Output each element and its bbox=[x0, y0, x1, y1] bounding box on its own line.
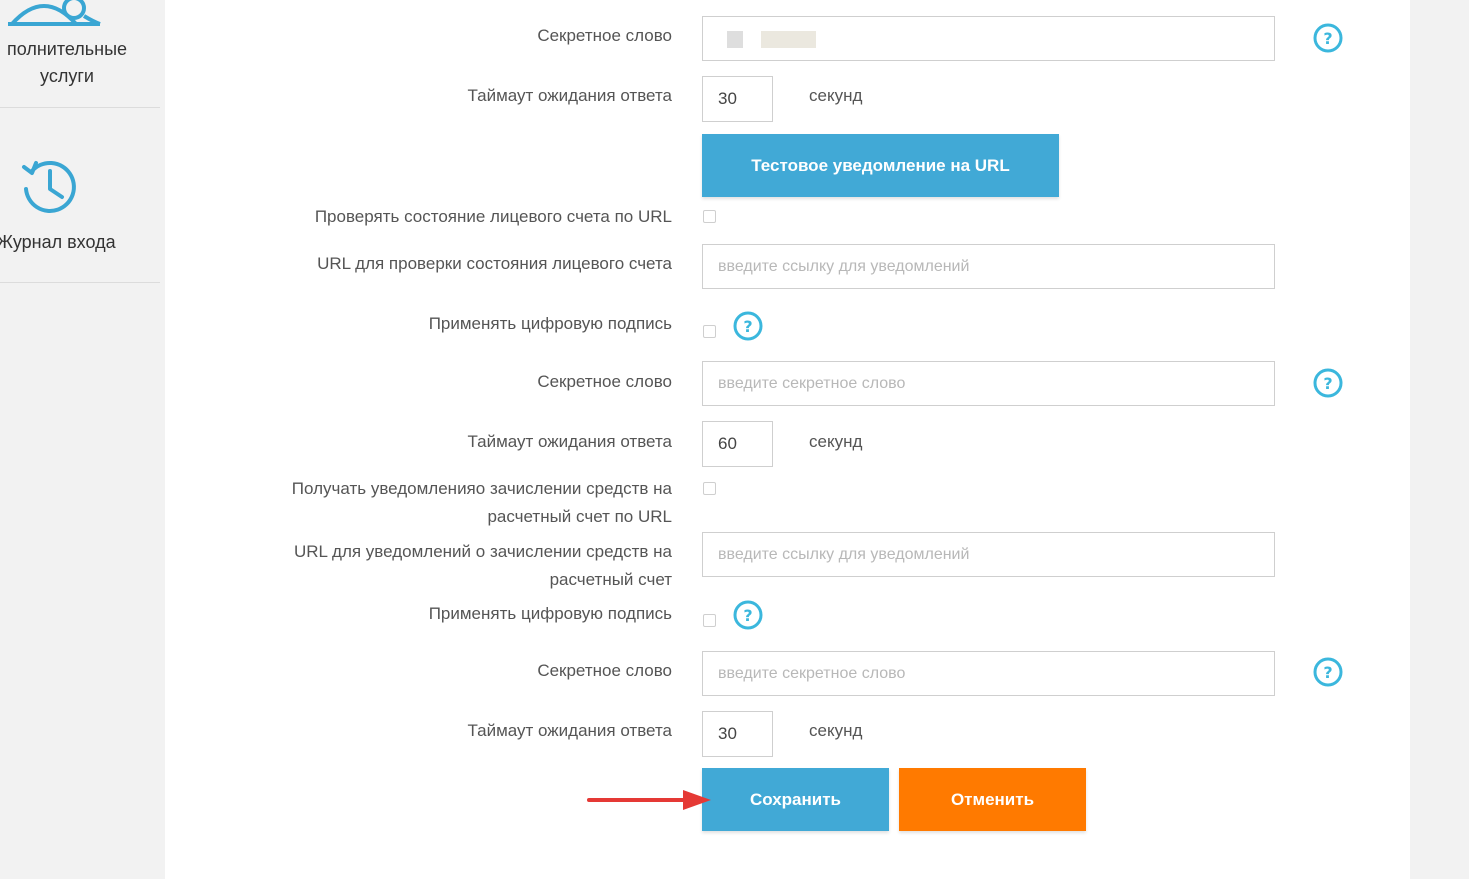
digital-signature-label: Применять цифровую подпись bbox=[428, 604, 672, 623]
timeout-label: Таймаут ожидания ответа bbox=[467, 721, 673, 740]
svg-text:?: ? bbox=[1323, 29, 1332, 48]
digital-signature-checkbox[interactable] bbox=[703, 325, 716, 338]
redacted-text bbox=[761, 31, 816, 48]
help-icon[interactable]: ? bbox=[733, 311, 763, 341]
help-icon[interactable]: ? bbox=[1313, 657, 1343, 687]
sidebar-item-services[interactable]: полнительные услуги bbox=[0, 0, 160, 108]
cancel-button[interactable]: Отменить bbox=[899, 768, 1086, 831]
receive-notification-checkbox[interactable] bbox=[703, 482, 716, 495]
history-icon bbox=[22, 160, 76, 213]
secret-word-input[interactable] bbox=[702, 361, 1275, 406]
receive-notification-label: Получать уведомленияо зачислении средств… bbox=[291, 479, 672, 526]
digital-signature-label: Применять цифровую подпись bbox=[428, 314, 672, 333]
timeout-input[interactable] bbox=[702, 421, 773, 467]
check-url-input[interactable] bbox=[702, 244, 1275, 289]
secret-word-field[interactable] bbox=[702, 16, 1275, 61]
sidebar-item-login-history[interactable]: Журнал входа bbox=[0, 155, 160, 282]
sidebar-divider bbox=[0, 282, 160, 283]
check-account-checkbox[interactable] bbox=[703, 210, 716, 223]
svg-text:?: ? bbox=[743, 606, 752, 625]
help-icon[interactable]: ? bbox=[1313, 23, 1343, 53]
check-account-label: Проверять состояние лицевого счета по UR… bbox=[314, 207, 672, 226]
deposit-url-label: URL для уведомлений о зачислении средств… bbox=[293, 542, 672, 589]
seconds-unit: секунд bbox=[809, 432, 863, 451]
sidebar-item-label: Журнал входа bbox=[0, 232, 116, 252]
redacted-text bbox=[727, 31, 743, 48]
check-url-label: URL для проверки состояния лицевого счет… bbox=[317, 254, 672, 273]
sidebar-divider bbox=[0, 107, 160, 108]
help-icon[interactable]: ? bbox=[733, 600, 763, 630]
secret-word-label: Секретное слово bbox=[537, 372, 672, 391]
services-icon bbox=[8, 0, 101, 26]
labels-column: Секретное слово Таймаут ожидания ответа … bbox=[165, 0, 672, 879]
secret-word-label: Секретное слово bbox=[537, 26, 672, 45]
save-button[interactable]: Сохранить bbox=[702, 768, 889, 831]
timeout-input[interactable] bbox=[702, 711, 773, 757]
digital-signature-checkbox[interactable] bbox=[703, 614, 716, 627]
test-notification-button[interactable]: Тестовое уведомление на URL bbox=[702, 134, 1059, 197]
secret-word-input[interactable] bbox=[702, 651, 1275, 696]
deposit-url-input[interactable] bbox=[702, 532, 1275, 577]
sidebar: полнительные услуги Журнал входа bbox=[0, 0, 160, 879]
svg-text:?: ? bbox=[1323, 374, 1332, 393]
svg-text:?: ? bbox=[743, 317, 752, 336]
timeout-input[interactable] bbox=[702, 76, 773, 122]
svg-text:?: ? bbox=[1323, 663, 1332, 682]
annotation-arrow-icon bbox=[587, 790, 711, 810]
settings-panel: Секретное слово Таймаут ожидания ответа … bbox=[165, 0, 1410, 879]
secret-word-label: Секретное слово bbox=[537, 661, 672, 680]
seconds-unit: секунд bbox=[809, 721, 863, 740]
seconds-unit: секунд bbox=[809, 86, 863, 105]
sidebar-item-label: полнительные услуги bbox=[6, 39, 128, 86]
help-icon[interactable]: ? bbox=[1313, 368, 1343, 398]
timeout-label: Таймаут ожидания ответа bbox=[467, 86, 673, 105]
timeout-label: Таймаут ожидания ответа bbox=[467, 432, 673, 451]
